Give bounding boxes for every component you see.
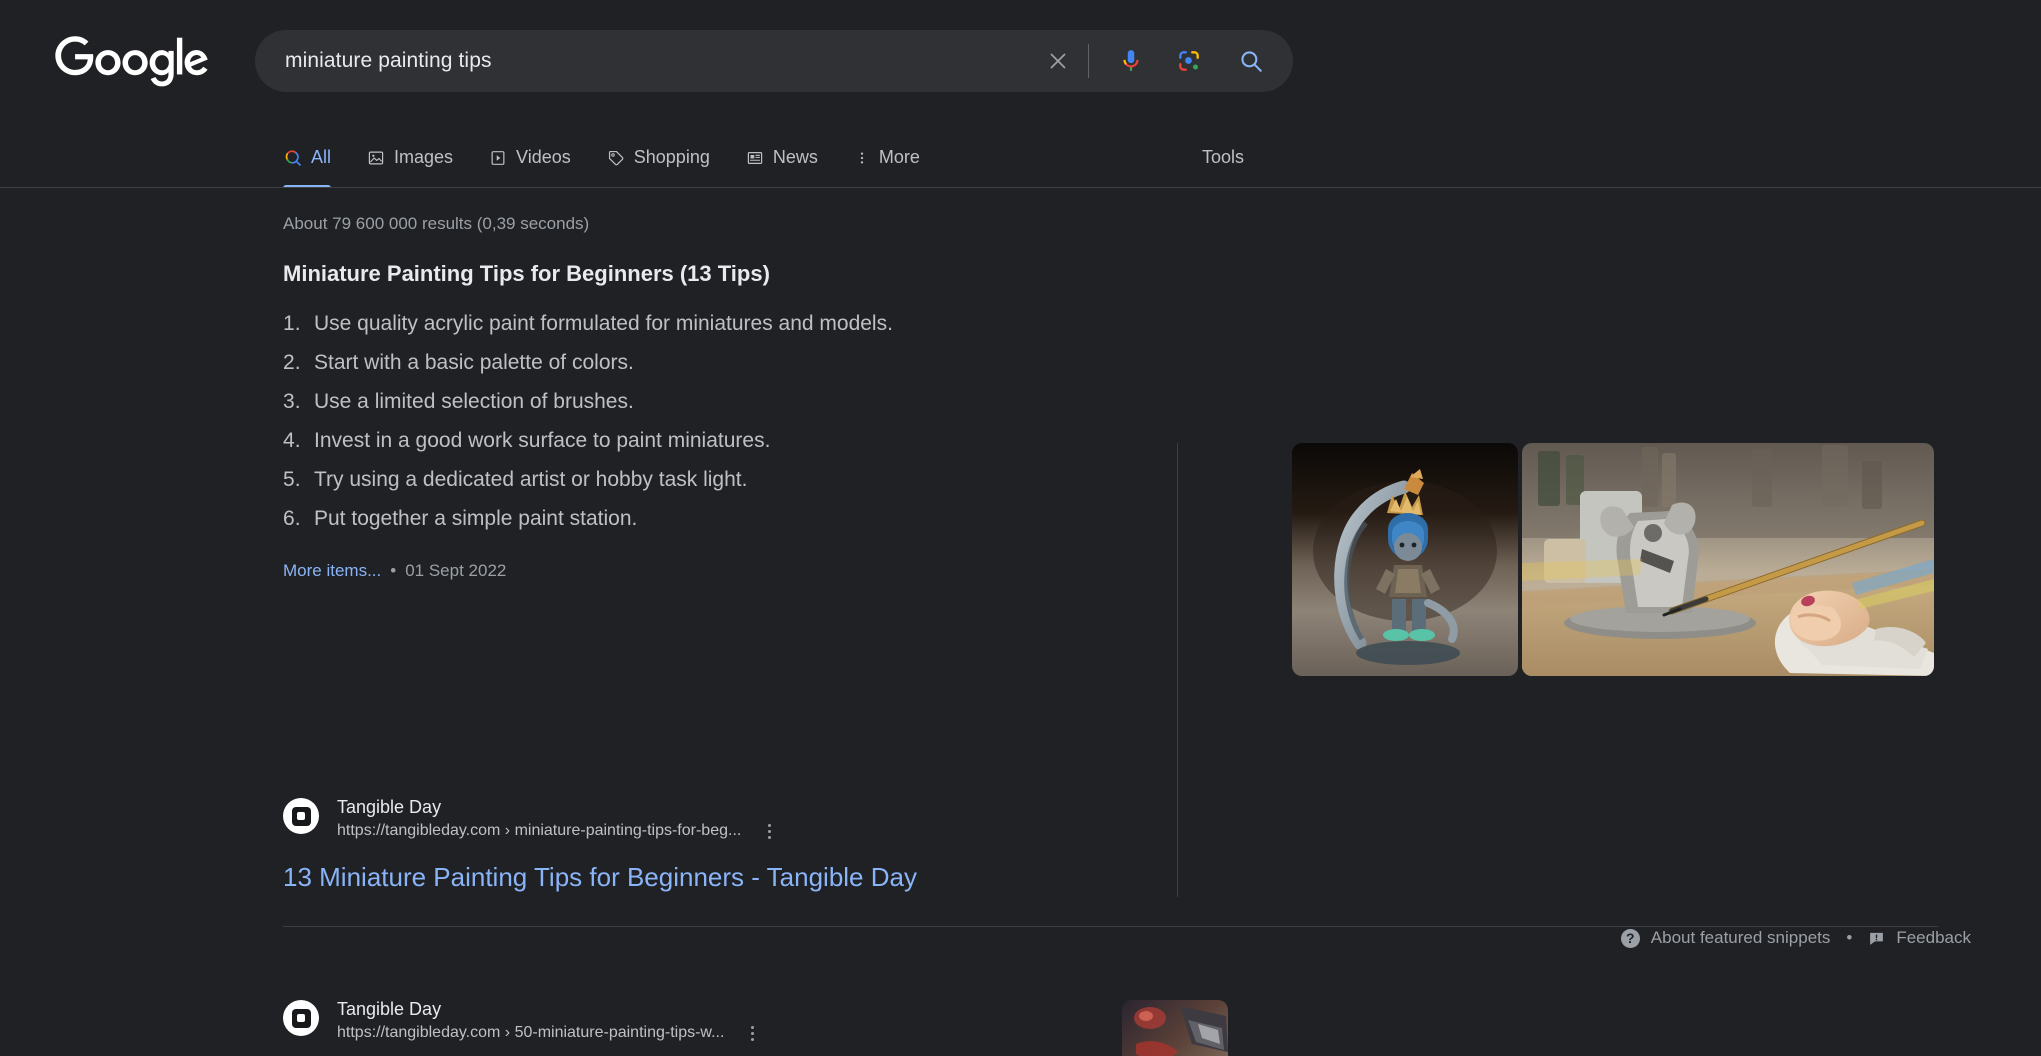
image-icon (367, 149, 385, 167)
snippet-date: 01 Sept 2022 (405, 560, 506, 581)
tab-more[interactable]: More (854, 136, 920, 179)
result-url: https://tangibleday.com › 50-miniature-p… (337, 1023, 724, 1043)
result-title-link[interactable]: 13 Miniature Painting Tips for Beginners… (283, 861, 1163, 893)
google-logo[interactable] (52, 36, 212, 88)
about-featured-snippets-link[interactable]: ? About featured snippets (1621, 928, 1831, 948)
snippet-footer-divider (283, 926, 1938, 927)
question-mark-icon: ? (1621, 929, 1640, 948)
search-box[interactable] (255, 30, 1293, 92)
search-actions (1042, 30, 1293, 92)
source-block: Tangible Day https://tangibleday.com › 5… (283, 998, 1113, 1043)
featured-snippet-list: Use quality acrylic paint formulated for… (283, 304, 1163, 538)
microphone-icon[interactable] (1115, 45, 1147, 77)
more-options-icon[interactable] (742, 1023, 762, 1043)
more-items-row: More items... • 01 Sept 2022 (283, 560, 1163, 581)
search-divider (1088, 44, 1089, 78)
google-lens-icon[interactable] (1173, 45, 1205, 77)
search-input[interactable] (285, 46, 1042, 76)
painting-miniature-photo[interactable] (1522, 443, 1934, 676)
search-header: All Images (0, 0, 2041, 188)
tools-label: Tools (1202, 147, 1244, 168)
more-options-icon[interactable] (759, 821, 779, 841)
feedback-label: Feedback (1896, 928, 1971, 948)
feedback-link[interactable]: Feedback (1868, 928, 1971, 948)
about-label: About featured snippets (1651, 928, 1831, 948)
list-item: Use a limited selection of brushes. (283, 382, 1163, 421)
separator: • (390, 560, 396, 581)
tab-all[interactable]: All (283, 136, 331, 179)
search-icon[interactable] (1235, 45, 1267, 77)
list-item: Use quality acrylic paint formulated for… (283, 304, 1163, 343)
list-item: Start with a basic palette of colors. (283, 343, 1163, 382)
tab-label: Videos (516, 147, 571, 168)
miniature-figure-photo[interactable] (1292, 443, 1518, 676)
featured-snippet: Miniature Painting Tips for Beginners (1… (283, 260, 1163, 581)
news-icon (746, 149, 764, 167)
tag-icon (607, 149, 625, 167)
list-item: Put together a simple paint station. (283, 499, 1163, 538)
featured-snippet-images (1292, 443, 1934, 676)
tab-label: All (311, 147, 331, 168)
tab-videos[interactable]: Videos (489, 136, 571, 179)
flag-feedback-icon (1868, 930, 1885, 947)
favicon-tangible-day (283, 798, 319, 834)
more-items-link[interactable]: More items... (283, 560, 381, 581)
snippet-footer: ? About featured snippets • Feedback (1621, 928, 1971, 948)
video-icon (489, 149, 507, 167)
snippet-vertical-divider (1177, 443, 1178, 897)
result-count: About 79 600 000 results (0,39 seconds) (283, 213, 589, 234)
site-name: Tangible Day (337, 796, 779, 819)
search-result-item: Tangible Day https://tangibleday.com › 5… (283, 998, 1113, 1056)
tab-label: Images (394, 147, 453, 168)
result-thumbnail[interactable]: BEGINNER TO PROFESSIONAL 50 MINIATURE PA… (1122, 1000, 1228, 1056)
tab-label: Shopping (634, 147, 710, 168)
tab-label: More (879, 147, 920, 168)
search-tabs: All Images (0, 136, 2041, 188)
separator: • (1846, 928, 1852, 948)
featured-snippet-title: Miniature Painting Tips for Beginners (1… (283, 260, 1163, 288)
tab-news[interactable]: News (746, 136, 818, 179)
search-icon (283, 148, 302, 167)
more-vertical-icon (854, 149, 870, 167)
featured-snippet-source: Tangible Day https://tangibleday.com › m… (283, 796, 1163, 893)
header-divider (0, 187, 2041, 188)
result-url: https://tangibleday.com › miniature-pain… (337, 821, 741, 841)
tools-button[interactable]: Tools (1202, 136, 1244, 179)
tab-images[interactable]: Images (367, 136, 453, 179)
tab-shopping[interactable]: Shopping (607, 136, 710, 179)
list-item: Try using a dedicated artist or hobby ta… (283, 460, 1163, 499)
close-icon[interactable] (1042, 45, 1074, 77)
favicon-tangible-day (283, 1000, 319, 1036)
tab-label: News (773, 147, 818, 168)
site-name: Tangible Day (337, 998, 762, 1021)
list-item: Invest in a good work surface to paint m… (283, 421, 1163, 460)
source-block: Tangible Day https://tangibleday.com › m… (283, 796, 1163, 841)
